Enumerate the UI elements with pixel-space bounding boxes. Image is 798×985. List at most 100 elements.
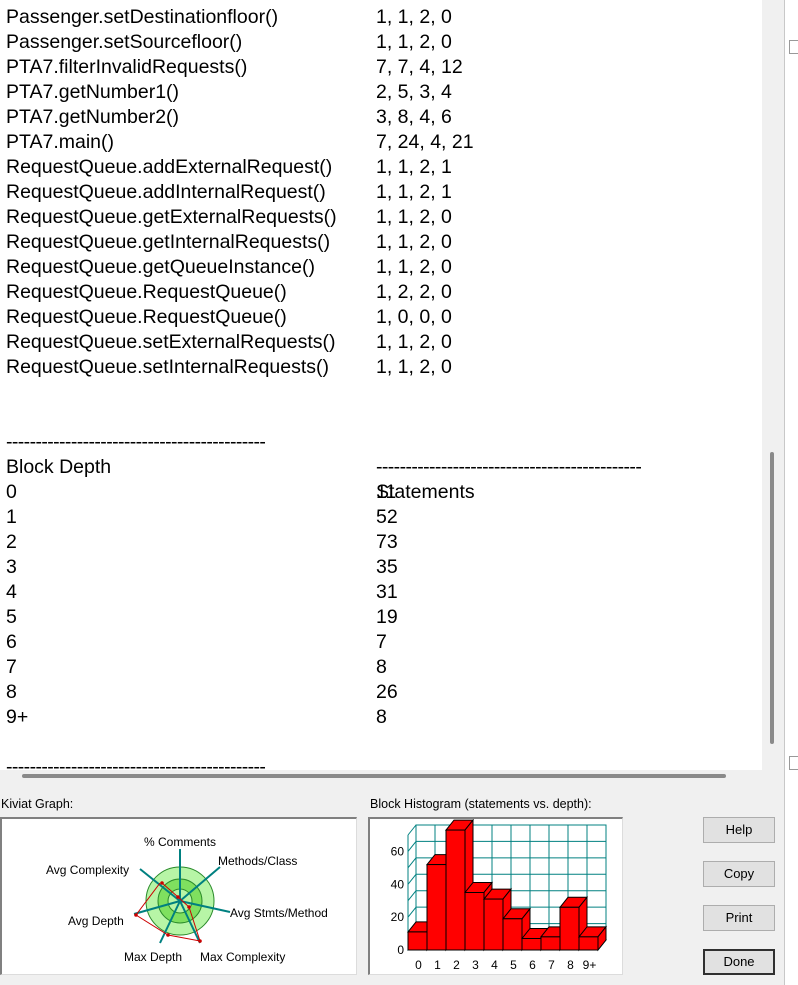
method-values: 2, 5, 3, 4 <box>376 81 452 103</box>
kiviat-axis-label: % Comments <box>144 835 216 849</box>
histogram-y-tick-label: 40 <box>391 877 405 891</box>
kiviat-axis-label: Avg Stmts/Method <box>230 906 328 920</box>
method-values: 1, 1, 2, 0 <box>376 231 452 253</box>
histogram-bar <box>483 898 504 951</box>
block-statements-value: 19 <box>376 606 398 628</box>
method-name: RequestQueue.getInternalRequests() <box>6 231 331 253</box>
method-name: Passenger.setSourcefloor() <box>6 31 243 53</box>
separator-left: ----------------------------------------… <box>6 431 266 453</box>
block-depth-value: 8 <box>6 681 17 703</box>
kiviat-axis-label: Max Depth <box>124 950 182 964</box>
method-name: RequestQueue.setExternalRequests() <box>6 331 336 353</box>
metrics-report: Passenger.setDestinationfloor() 1, 1, 2, … <box>0 0 762 770</box>
histogram-y-axis <box>407 824 417 836</box>
copy-button[interactable]: Copy <box>703 861 775 887</box>
kiviat-graph: % Comments Methods/Class Avg Stmts/Metho… <box>46 835 328 964</box>
vertical-scrollbar[interactable] <box>762 0 782 785</box>
histogram-bar <box>426 864 447 951</box>
histogram-gridline <box>407 841 417 852</box>
histogram-x-tick-label: 7 <box>548 958 555 972</box>
method-name: PTA7.filterInvalidRequests() <box>6 56 248 78</box>
block-depth-value: 4 <box>6 581 17 603</box>
method-values: 1, 1, 2, 0 <box>376 206 452 228</box>
block-depth-value: 2 <box>6 531 17 553</box>
block-statements-value: 52 <box>376 506 398 528</box>
kiviat-graph-panel: % Comments Methods/Class Avg Stmts/Metho… <box>0 817 357 975</box>
window-edge-icon <box>789 40 798 54</box>
histogram-x-tick-label: 8 <box>567 958 574 972</box>
method-name: RequestQueue.addInternalRequest() <box>6 181 326 203</box>
method-name: RequestQueue.getExternalRequests() <box>6 206 337 228</box>
method-name: PTA7.getNumber2() <box>6 106 180 128</box>
block-statements-value: 7 <box>376 631 387 653</box>
histogram-panel: 0 20 40 60 0 1 2 3 4 5 6 7 8 9+ <box>368 817 623 975</box>
kiviat-axis-label: Avg Depth <box>68 914 124 928</box>
histogram-x-tick-label: 6 <box>529 958 536 972</box>
block-header-row: Block Depth Statements <box>6 430 475 503</box>
method-values: 1, 1, 2, 0 <box>376 356 452 378</box>
histogram-gridline <box>407 873 417 885</box>
histogram-bar <box>407 931 428 951</box>
histogram-gridline <box>407 906 417 918</box>
method-values: 1, 1, 2, 1 <box>376 181 452 203</box>
kiviat-axis-label: Methods/Class <box>218 854 297 868</box>
print-button[interactable]: Print <box>703 905 775 931</box>
method-values: 1, 0, 0, 0 <box>376 306 452 328</box>
method-name: RequestQueue.addExternalRequest() <box>6 156 333 178</box>
histogram-x-tick-label: 5 <box>510 958 517 972</box>
histogram-x-tick-label: 4 <box>491 958 498 972</box>
block-depth-value: 1 <box>6 506 17 528</box>
block-statements-value: 35 <box>376 556 398 578</box>
kiviat-axis-label: Avg Complexity <box>46 863 129 877</box>
method-values: 1, 1, 2, 0 <box>376 6 452 28</box>
method-values: 1, 1, 2, 1 <box>376 156 452 178</box>
histogram-bar <box>445 829 466 951</box>
block-statements-value: 11 <box>376 481 397 503</box>
block-depth-value: 6 <box>6 631 17 653</box>
horizontal-scrollbar[interactable] <box>0 770 762 785</box>
method-name: RequestQueue.setInternalRequests() <box>6 356 330 378</box>
method-values: 1, 1, 2, 0 <box>376 331 452 353</box>
histogram-bar <box>559 906 580 951</box>
method-values: 1, 1, 2, 0 <box>376 31 452 53</box>
kiviat-graph-label: Kiviat Graph: <box>1 797 74 811</box>
window-edge-icon <box>789 756 798 770</box>
histogram-x-tick-label: 3 <box>472 958 479 972</box>
histogram-y-tick-label: 0 <box>397 943 404 957</box>
separator-row: ----------------------------------------… <box>6 405 642 478</box>
block-statements-value: 26 <box>376 681 398 703</box>
histogram-bar <box>521 938 542 951</box>
method-values: 1, 1, 2, 0 <box>376 256 452 278</box>
histogram-gridline <box>407 890 417 902</box>
histogram-bar <box>540 936 561 951</box>
vertical-scroll-thumb[interactable] <box>770 452 774 744</box>
histogram-x-tick-label: 0 <box>415 958 422 972</box>
block-depth-value: 3 <box>6 556 17 578</box>
separator-left: ----------------------------------------… <box>6 756 266 770</box>
histogram-bar <box>464 892 485 951</box>
method-name: RequestQueue.RequestQueue() <box>6 306 287 328</box>
done-button[interactable]: Done <box>703 949 775 975</box>
method-name: PTA7.getNumber1() <box>6 81 180 103</box>
histogram-y-tick-label: 20 <box>391 910 405 924</box>
method-values: 1, 2, 2, 0 <box>376 281 452 303</box>
separator-row: ----------------------------------------… <box>6 730 266 770</box>
block-statements-value: 8 <box>376 706 387 728</box>
histogram-bar <box>578 936 599 951</box>
histogram-x-tick-label: 9+ <box>583 958 597 972</box>
block-depth-header: Block Depth <box>6 456 112 478</box>
method-name: RequestQueue.RequestQueue() <box>6 281 287 303</box>
histogram-label: Block Histogram (statements vs. depth): <box>370 797 592 811</box>
block-depth-value: 0 <box>6 481 17 503</box>
block-statements-value: 73 <box>376 531 398 553</box>
separator-right: ----------------------------------------… <box>376 456 642 478</box>
histogram-x-tick-label: 1 <box>434 958 441 972</box>
block-depth-value: 5 <box>6 606 17 628</box>
block-statements-value: 31 <box>376 581 398 603</box>
block-depth-value: 9+ <box>6 706 29 728</box>
horizontal-scroll-thumb[interactable] <box>22 774 726 778</box>
help-button[interactable]: Help <box>703 817 775 843</box>
block-statements-value: 8 <box>376 656 387 678</box>
method-name: RequestQueue.getQueueInstance() <box>6 256 315 278</box>
method-values: 3, 8, 4, 6 <box>376 106 452 128</box>
